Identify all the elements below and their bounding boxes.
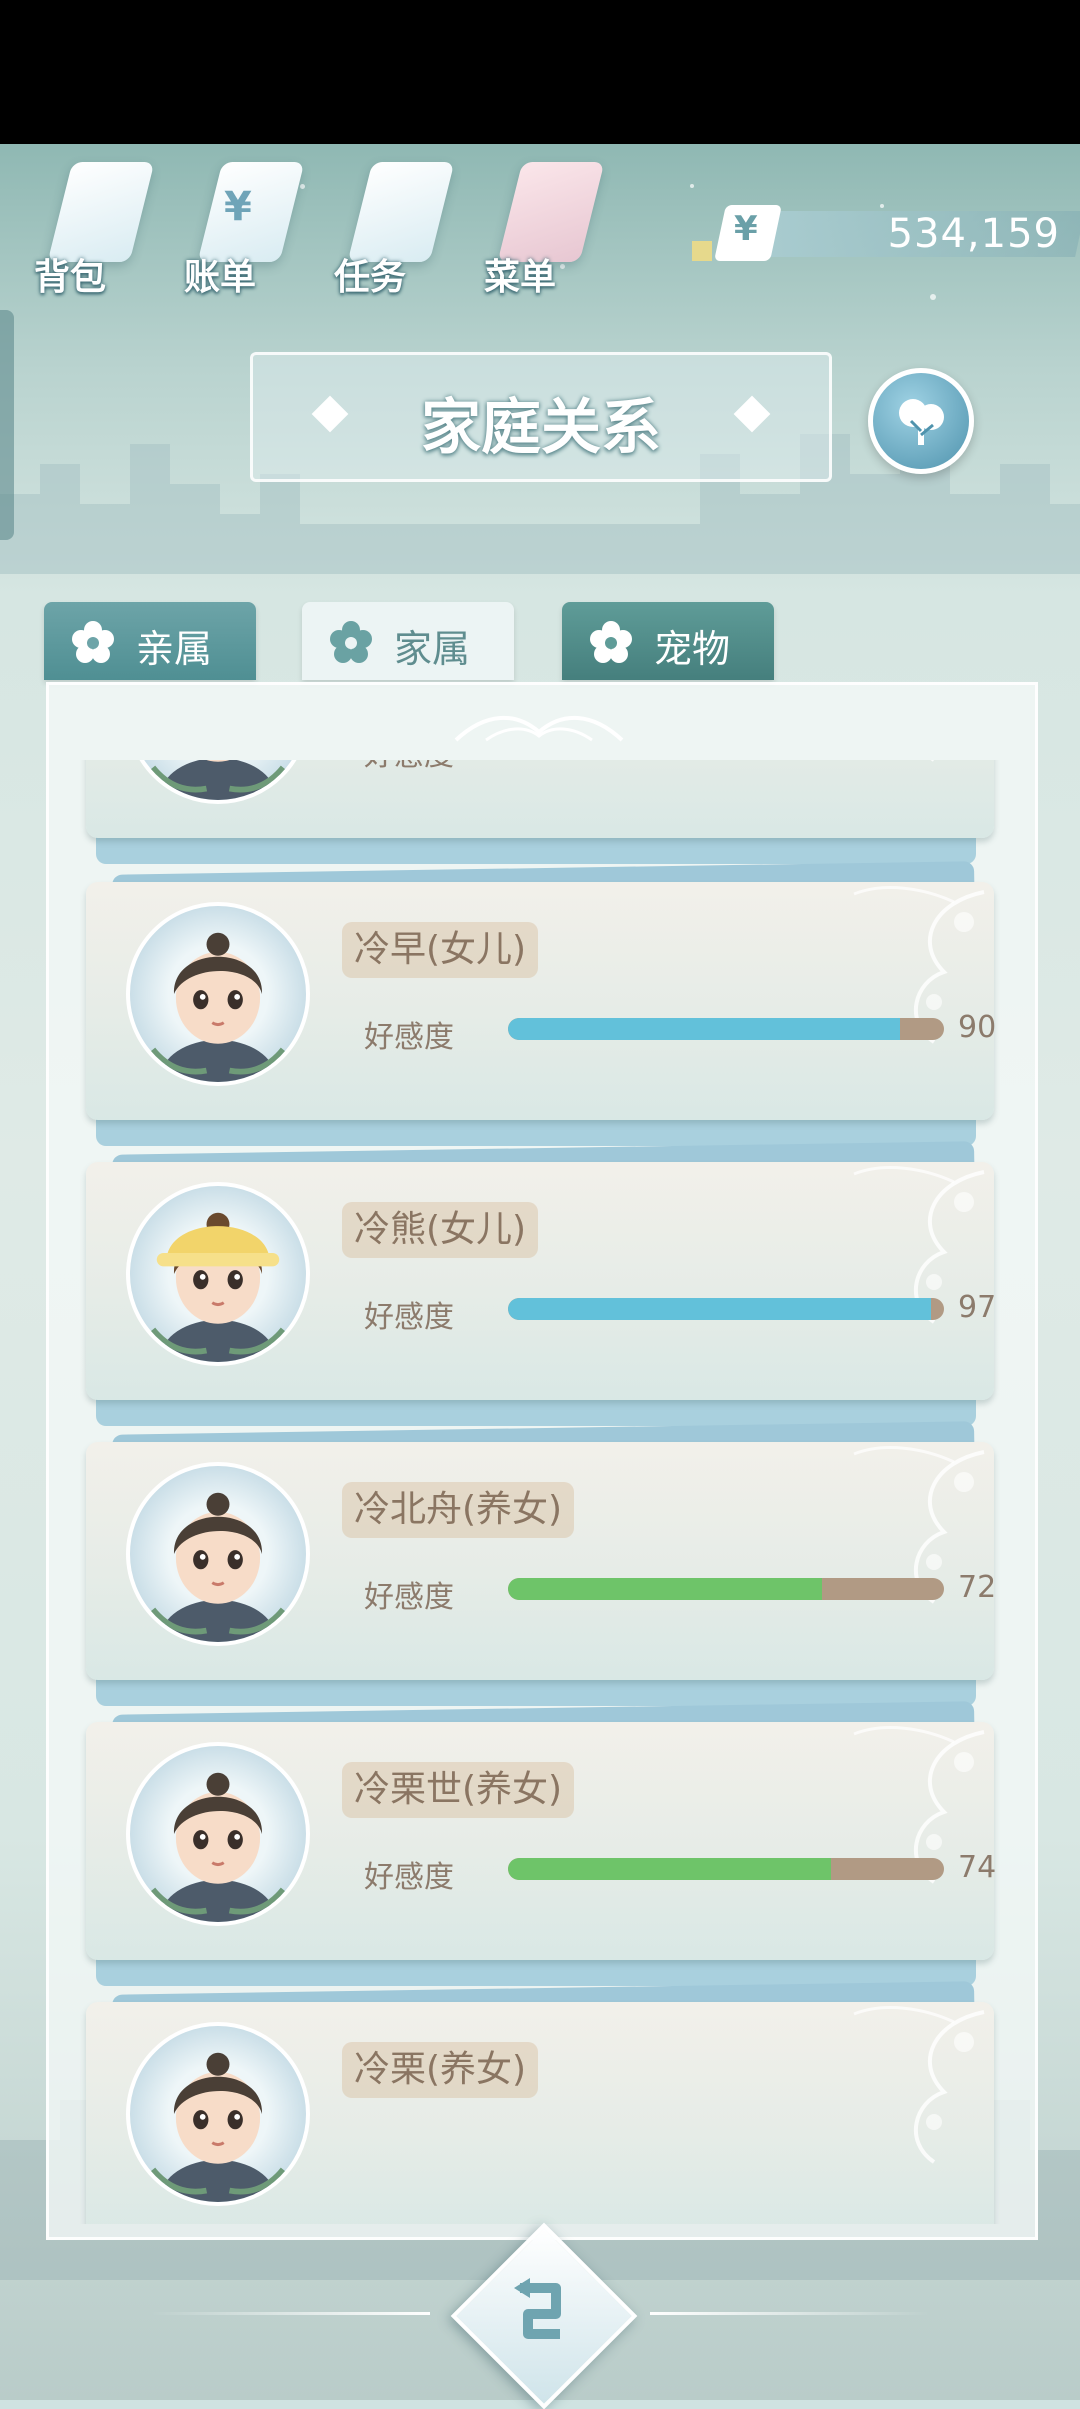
currency-value: 534,159 [887, 211, 1060, 257]
coin-icon [692, 241, 712, 261]
task-button[interactable]: 任务 [330, 150, 455, 300]
member-card[interactable]: 冷熊(女儿) 好感度 97 [86, 1141, 997, 1426]
title-panel: 家庭关系 [250, 352, 832, 482]
panel-ornament [454, 715, 624, 742]
affinity-label: 好感度 [364, 1860, 454, 1895]
affinity-bar-fill [508, 1858, 831, 1880]
avatar[interactable] [126, 902, 310, 1086]
bill-label: 账单 [184, 257, 257, 298]
yen-glyph: ¥ [224, 184, 252, 230]
affinity-bar-fill [508, 1298, 931, 1320]
affinity-value: 93 [958, 760, 996, 763]
member-card[interactable]: 冷栗(养女) [86, 1981, 994, 2224]
child-portrait [150, 932, 286, 1082]
divider-line [150, 2312, 430, 2315]
member-card[interactable]: 冷早(女儿) 好感度 90 [86, 861, 997, 1146]
member-name: 冷栗(养女) [342, 2042, 539, 2098]
avatar[interactable] [126, 1182, 310, 1366]
affinity-value: 97 [958, 1290, 997, 1325]
affinity-bar-fill [508, 1018, 901, 1040]
avatar[interactable] [126, 2022, 310, 2206]
floral-ornament [853, 1166, 985, 1324]
tree-icon [899, 399, 944, 445]
avatar[interactable] [126, 1742, 310, 1926]
affinity-label: 好感度 [364, 1020, 454, 1055]
affinity-label: 好感度 [364, 1580, 454, 1615]
flower-icon [330, 621, 372, 663]
member-name: 冷栗世(养女) [342, 1762, 575, 1818]
divider-line [650, 2312, 930, 2315]
task-label: 任务 [334, 257, 407, 298]
member-card[interactable]: 冷北舟(养女) 好感度 72 [86, 1421, 997, 1706]
tab-pets[interactable]: 宠物 [562, 602, 774, 680]
menu-label: 菜单 [484, 257, 557, 298]
family-tree-button[interactable] [868, 368, 974, 474]
bag-icon [47, 162, 155, 262]
flower-icon [590, 621, 632, 663]
menu-icon [497, 162, 605, 262]
member-card[interactable]: 冷栗世(养女) 好感度 74 [86, 1701, 997, 1986]
affinity-label: 好感度 [364, 760, 454, 774]
floral-ornament [853, 886, 985, 1044]
affinity-value: 72 [958, 1570, 997, 1605]
floral-ornament [853, 1726, 985, 1884]
affinity-bar [508, 1858, 944, 1880]
tab-family[interactable]: 家属 [302, 602, 514, 680]
avatar[interactable] [126, 760, 310, 804]
child-portrait [150, 1212, 286, 1362]
affinity-bar [508, 1018, 944, 1040]
member-name: 冷熊(女儿) [342, 1202, 539, 1258]
flower-icon [72, 621, 114, 663]
floral-ornament [930, 760, 934, 762]
bill-button[interactable]: ¥ 账单 [180, 150, 305, 300]
back-arrow-icon [514, 2278, 561, 2339]
affinity-bar-fill [508, 1578, 822, 1600]
avatar[interactable] [126, 1462, 310, 1646]
tab-label: 家属 [394, 627, 471, 671]
bag-label: 背包 [34, 257, 107, 298]
status-bar [0, 0, 1080, 144]
child-portrait [150, 760, 286, 800]
affinity-label: 好感度 [364, 1300, 454, 1335]
member-name: 冷北舟(养女) [342, 1482, 575, 1538]
child-portrait [150, 1772, 286, 1922]
affinity-bar [508, 1298, 944, 1320]
task-icon [347, 162, 455, 262]
floral-ornament [853, 1446, 985, 1604]
child-portrait [150, 1492, 286, 1642]
affinity-value: 90 [958, 1010, 997, 1045]
tab-relatives[interactable]: 亲属 [44, 602, 256, 680]
child-portrait [150, 2052, 286, 2202]
tab-label: 亲属 [136, 627, 213, 671]
tab-label: 宠物 [654, 627, 731, 671]
menu-button[interactable]: 菜单 [480, 150, 605, 300]
member-card[interactable]: 冷延之(儿子) 好感度93 [86, 760, 996, 864]
currency-symbol: ¥ [734, 209, 758, 249]
member-list[interactable]: 冷延之(儿子) 好感度93 [60, 760, 1020, 2224]
member-name: 冷早(女儿) [342, 922, 539, 978]
side-handle[interactable] [0, 310, 14, 540]
currency-display[interactable]: ¥ 534,159 [692, 205, 1080, 261]
affinity-value: 74 [958, 1850, 997, 1885]
bag-button[interactable]: 背包 [30, 150, 155, 300]
floral-ornament [853, 2006, 985, 2164]
affinity-bar [508, 1578, 944, 1600]
